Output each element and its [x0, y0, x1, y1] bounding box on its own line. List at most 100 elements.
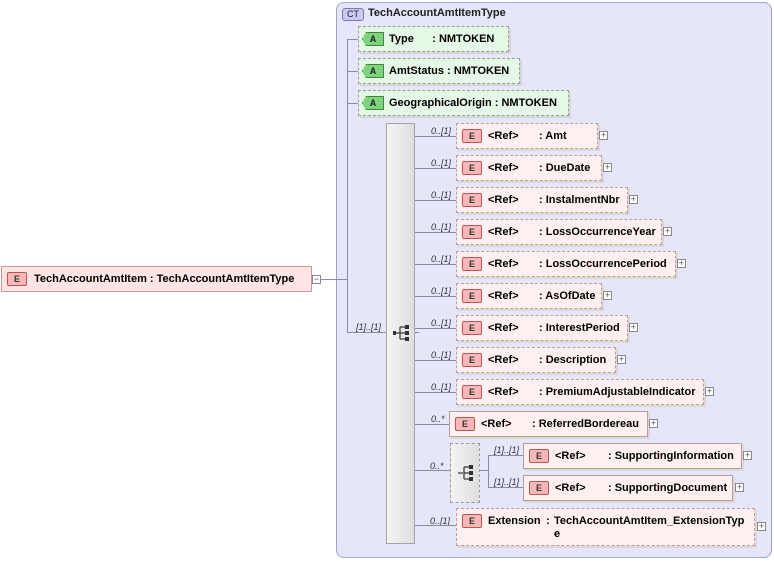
- choice-icon: [458, 465, 473, 481]
- element-name: : DueDate: [539, 162, 591, 174]
- attribute-name: AmtStatus: [389, 65, 445, 77]
- element-node[interactable]: E <Ref> : InstalmentNbr: [456, 187, 628, 213]
- element-ref: <Ref>: [488, 194, 519, 206]
- element-name: : PremiumAdjustableIndicator: [539, 386, 696, 398]
- element-name: : Description: [539, 354, 607, 366]
- element-badge: E: [462, 385, 482, 399]
- connector-element: [415, 232, 456, 233]
- element-badge: E: [462, 193, 482, 207]
- element-node[interactable]: E <Ref>: ReferredBordereau: [449, 411, 648, 437]
- attribute-geographicalorigin[interactable]: A GeographicalOrigin : NMTOKEN: [358, 90, 569, 116]
- element-cardinality: 0..[1]: [431, 126, 452, 136]
- connector-trunk: [347, 39, 348, 332]
- connector-element: [415, 360, 456, 361]
- connector-element: [415, 136, 456, 137]
- connector-element: [415, 392, 456, 393]
- element-badge: E: [462, 353, 482, 367]
- connector-choice-out: [480, 470, 488, 471]
- root-element-node[interactable]: E TechAccountAmtItem : TechAccountAmtIte…: [1, 266, 312, 292]
- element-name: : InstalmentNbr: [539, 194, 620, 206]
- expand-toggle[interactable]: +: [617, 355, 626, 364]
- element-cardinality: 0..[1]: [431, 286, 452, 296]
- complex-type-badge: CT: [342, 8, 364, 21]
- connector-root: [321, 279, 347, 280]
- attribute-sep: :: [447, 65, 451, 77]
- sequence-icon: [393, 325, 409, 341]
- attribute-sep: :: [494, 97, 499, 109]
- root-element-label: TechAccountAmtItem : TechAccountAmtItemT…: [34, 273, 295, 285]
- element-node[interactable]: E <Ref>: AsOfDate: [456, 283, 602, 309]
- element-cardinality: 0..[1]: [431, 318, 452, 328]
- element-node[interactable]: E <Ref>: Description: [456, 347, 616, 373]
- element-node[interactable]: E <Ref> : InterestPeriod: [456, 315, 628, 341]
- expand-toggle[interactable]: +: [735, 483, 744, 492]
- attribute-amtstatus[interactable]: A AmtStatus : NMTOKEN: [358, 58, 520, 84]
- element-badge: E: [7, 272, 27, 286]
- expand-toggle[interactable]: +: [629, 323, 638, 332]
- element-node[interactable]: E <Ref> : DueDate: [456, 155, 602, 181]
- expand-toggle[interactable]: +: [757, 522, 766, 531]
- element-ref: <Ref>: [488, 290, 519, 302]
- connector-extension: [415, 525, 456, 526]
- complex-type-title: TechAccountAmtItemType: [368, 7, 506, 19]
- element-name: : Amt: [539, 130, 567, 142]
- element-extension[interactable]: E Extension : TechAccountAmtItem_Extensi…: [456, 508, 755, 546]
- element-cardinality: 0..[1]: [431, 350, 452, 360]
- expand-toggle[interactable]: +: [663, 227, 672, 236]
- element-badge: E: [462, 514, 482, 528]
- element-cardinality: 0..*: [431, 414, 445, 424]
- extension-sep: :: [546, 515, 550, 527]
- expand-toggle[interactable]: +: [603, 291, 612, 300]
- expand-toggle[interactable]: +: [603, 163, 612, 172]
- element-badge: E: [529, 481, 549, 495]
- element-badge: E: [462, 225, 482, 239]
- element-badge: E: [462, 129, 482, 143]
- attribute-badge: A: [362, 64, 384, 78]
- collapse-toggle-root[interactable]: −: [312, 275, 321, 284]
- choice-item-cardinality: [1]..[1]: [494, 477, 520, 487]
- choice-item-cardinality: [1]..[1]: [494, 445, 520, 455]
- element-name: : AsOfDate: [539, 290, 596, 302]
- connector-element: [415, 328, 456, 329]
- attribute-type: NMTOKEN: [501, 97, 557, 109]
- element-badge: E: [455, 417, 475, 431]
- connector-element: [415, 296, 456, 297]
- attribute-badge: A: [362, 96, 384, 110]
- expand-toggle[interactable]: +: [743, 451, 752, 460]
- expand-toggle[interactable]: +: [677, 259, 686, 268]
- connector-element: [415, 200, 456, 201]
- element-cardinality: 0..[1]: [431, 158, 452, 168]
- element-name: : InterestPeriod: [539, 322, 620, 334]
- element-supportinginformation[interactable]: E <Ref> : SupportingInformation: [523, 443, 742, 469]
- choice-compositor[interactable]: [450, 443, 480, 503]
- element-ref: <Ref>: [555, 450, 586, 462]
- element-supportingdocument[interactable]: E <Ref> : SupportingDocument: [523, 475, 733, 501]
- connector-choice-item-2: [488, 487, 523, 488]
- element-ref: <Ref>: [488, 130, 519, 142]
- expand-toggle[interactable]: +: [629, 195, 638, 204]
- attribute-type[interactable]: A Type : NMTOKEN: [358, 26, 509, 52]
- element-ref: <Ref>: [488, 226, 519, 238]
- element-ref: <Ref>: [488, 258, 519, 270]
- sequence-compositor[interactable]: [386, 123, 415, 544]
- element-node[interactable]: E <Ref> : Amt: [456, 123, 598, 149]
- element-node[interactable]: E <Ref>: LossOccurrencePeriod: [456, 251, 676, 277]
- attribute-badge: A: [362, 32, 384, 46]
- element-ref: <Ref>: [488, 162, 519, 174]
- element-ref: <Ref>: [488, 322, 519, 334]
- element-node[interactable]: E <Ref>: PremiumAdjustableIndicator: [456, 379, 704, 405]
- element-badge: E: [529, 449, 549, 463]
- expand-toggle[interactable]: +: [649, 419, 658, 428]
- element-badge: E: [462, 161, 482, 175]
- element-cardinality: 0..[1]: [431, 382, 452, 392]
- element-badge: E: [462, 321, 482, 335]
- connector-choice-item-1: [488, 455, 523, 456]
- extension-type-line1: TechAccountAmtItem_ExtensionTyp: [554, 515, 745, 527]
- expand-toggle[interactable]: +: [705, 387, 714, 396]
- element-node[interactable]: E <Ref>: LossOccurrenceYear: [456, 219, 662, 245]
- element-ref: <Ref>: [555, 482, 586, 494]
- expand-toggle[interactable]: +: [599, 131, 608, 140]
- element-ref: <Ref>: [481, 418, 512, 430]
- attribute-type: NMTOKEN: [438, 33, 495, 45]
- element-name: : SupportingDocument: [608, 482, 728, 494]
